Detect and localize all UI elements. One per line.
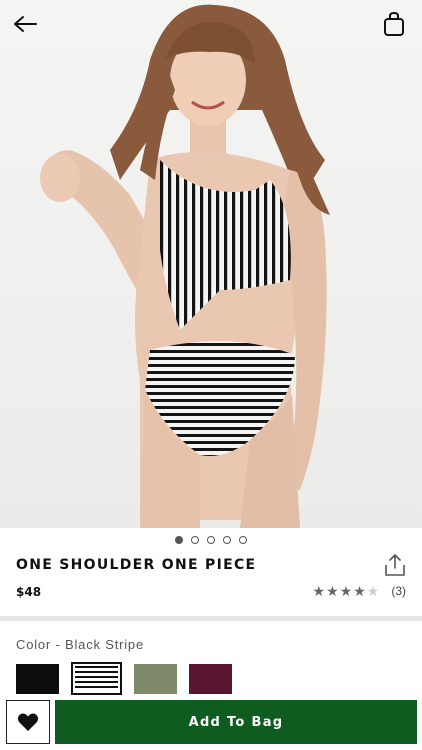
product-image-gallery[interactable] bbox=[0, 0, 422, 528]
gallery-dot[interactable] bbox=[191, 536, 199, 544]
share-icon bbox=[385, 554, 405, 576]
gallery-pagination bbox=[0, 536, 422, 544]
gallery-dot[interactable] bbox=[223, 536, 231, 544]
section-divider bbox=[0, 616, 422, 621]
color-label: Color - Black Stripe bbox=[16, 637, 144, 652]
heart-icon bbox=[17, 713, 39, 731]
back-button[interactable] bbox=[10, 10, 40, 38]
swatch-black-stripe[interactable] bbox=[71, 662, 122, 695]
star-icon: ★ bbox=[312, 583, 326, 599]
product-photo bbox=[40, 4, 330, 528]
wishlist-button[interactable] bbox=[6, 700, 50, 744]
product-rating[interactable]: ★ ★ ★ ★ ★ (3) bbox=[313, 584, 406, 598]
stripe-pattern bbox=[75, 666, 118, 691]
gallery-dot[interactable] bbox=[239, 536, 247, 544]
shopping-bag-button[interactable] bbox=[382, 10, 406, 38]
swatch-plum[interactable] bbox=[189, 664, 232, 694]
gallery-dot[interactable] bbox=[207, 536, 215, 544]
product-price: $48 bbox=[16, 585, 42, 599]
gallery-dot[interactable] bbox=[175, 536, 183, 544]
product-title: ONE SHOULDER ONE PIECE bbox=[16, 557, 257, 573]
star-icon: ★ bbox=[339, 583, 353, 599]
swatch-black[interactable] bbox=[16, 664, 59, 694]
star-icon: ★ bbox=[353, 583, 366, 599]
shopping-bag-icon bbox=[384, 11, 404, 36]
arrow-left-icon bbox=[14, 16, 37, 32]
share-button[interactable] bbox=[384, 553, 408, 579]
add-to-bag-button[interactable]: Add To Bag bbox=[55, 700, 417, 744]
review-count[interactable]: (3) bbox=[391, 584, 406, 598]
swatch-olive[interactable] bbox=[134, 664, 177, 694]
star-icon: ★ bbox=[326, 583, 339, 599]
color-swatches bbox=[16, 662, 232, 695]
star-half-icon: ★ bbox=[366, 583, 380, 599]
rating-stars: ★ ★ ★ ★ ★ bbox=[313, 584, 380, 598]
